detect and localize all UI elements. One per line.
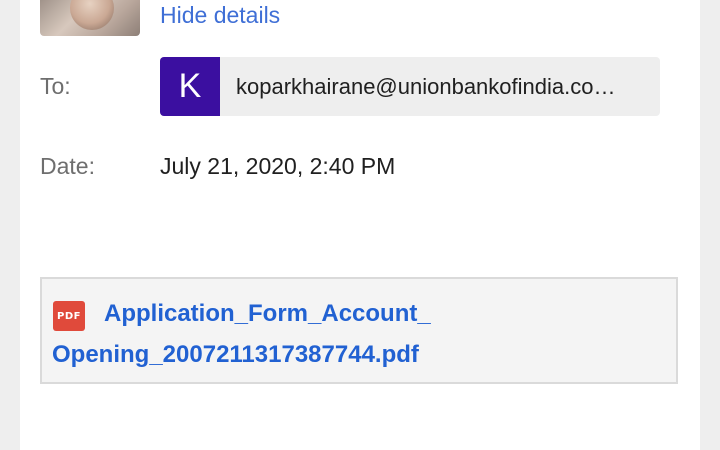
attachment-filename-line2: Opening_2007211317387744.pdf bbox=[52, 341, 419, 368]
sender-avatar[interactable] bbox=[40, 0, 140, 36]
attachment-filename-line1: Application_Form_Account_ bbox=[104, 300, 431, 327]
hide-details-link[interactable]: Hide details bbox=[160, 2, 280, 29]
recipient-chip[interactable]: K koparkhairane@unionbankofindia.co… bbox=[160, 57, 660, 116]
recipient-avatar: K bbox=[160, 57, 220, 116]
date-label: Date: bbox=[40, 153, 95, 179]
avatar-photo-image bbox=[70, 0, 114, 30]
attachment-filename-link[interactable]: Application_Form_Account_ Opening_2007211… bbox=[52, 293, 672, 375]
to-label: To: bbox=[40, 73, 71, 99]
recipient-email: koparkhairane@unionbankofindia.co… bbox=[236, 73, 616, 99]
attachment-card[interactable]: PDF Application_Form_Account_ Opening_200… bbox=[40, 277, 678, 384]
date-value: July 21, 2020, 2:40 PM bbox=[160, 153, 396, 179]
